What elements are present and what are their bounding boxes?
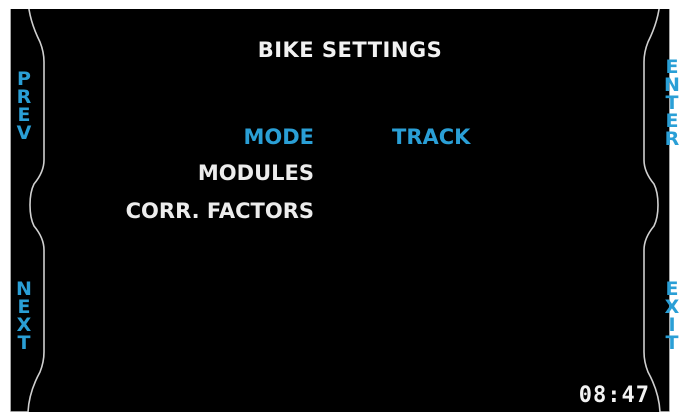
side-label-letter: T: [17, 332, 31, 354]
dashboard-screen: PREV NEXT ENTER EXIT BIKE SETTINGS MODE …: [0, 0, 680, 412]
prev-label: PREV: [14, 70, 34, 144]
menu-item-corr-factors[interactable]: CORR. FACTORS: [126, 199, 314, 223]
clock: 08:47: [578, 383, 650, 408]
page-title: BIKE SETTINGS: [257, 38, 443, 62]
mode-value: TRACK: [392, 125, 471, 149]
enter-label: ENTER: [662, 58, 680, 150]
side-label-letter: V: [16, 122, 32, 144]
menu-item-modules[interactable]: MODULES: [198, 161, 314, 185]
side-label-letter: T: [665, 332, 679, 354]
menu-item-mode[interactable]: MODE: [243, 125, 314, 149]
exit-label: EXIT: [662, 280, 680, 354]
next-label: NEXT: [14, 280, 34, 354]
side-label-letter: R: [664, 128, 680, 150]
